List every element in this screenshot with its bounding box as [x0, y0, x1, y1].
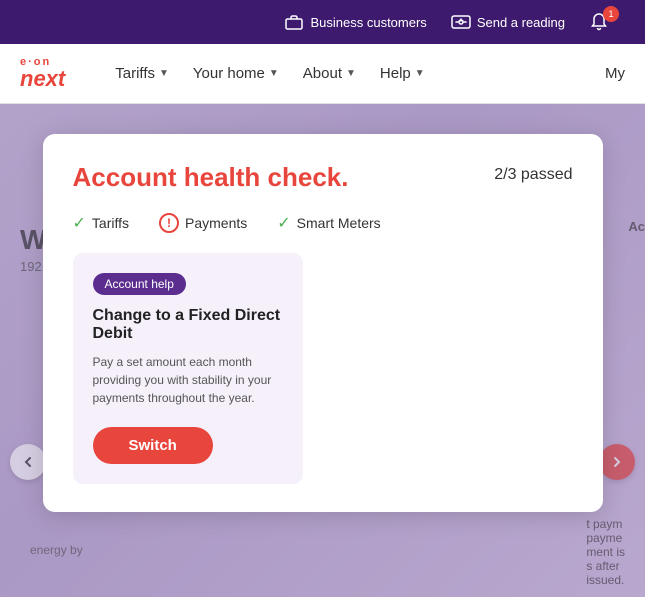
check-payments-icon: ! [159, 213, 179, 233]
business-customers-label: Business customers [310, 15, 426, 30]
check-smart-meters-icon: ✓ [277, 213, 290, 233]
account-help-badge: Account help [93, 273, 186, 295]
nav-my[interactable]: My [605, 65, 625, 82]
modal-checks: ✓ Tariffs ! Payments ✓ Smart Meters [73, 213, 573, 233]
switch-button[interactable]: Switch [93, 427, 213, 464]
inner-card-title: Change to a Fixed Direct Debit [93, 307, 283, 343]
nav-about[interactable]: About ▼ [293, 57, 366, 90]
health-check-modal: Account health check. 2/3 passed ✓ Tarif… [43, 134, 603, 512]
logo[interactable]: e·on next [20, 57, 65, 90]
nav-tariffs[interactable]: Tariffs ▼ [105, 57, 179, 90]
business-customers-link[interactable]: Business customers [284, 12, 426, 32]
about-chevron: ▼ [346, 68, 356, 79]
modal-overlay: Account health check. 2/3 passed ✓ Tarif… [0, 104, 645, 597]
check-payments-label: Payments [185, 215, 247, 231]
notification-count: 1 [603, 6, 619, 22]
modal-title: Account health check. [73, 162, 349, 193]
about-label: About [303, 65, 342, 82]
your-home-label: Your home [193, 65, 265, 82]
check-payments: ! Payments [159, 213, 247, 233]
check-smart-meters: ✓ Smart Meters [277, 213, 380, 233]
inner-card-description: Pay a set amount each month providing yo… [93, 353, 283, 407]
send-reading-label: Send a reading [477, 15, 565, 30]
meter-icon [451, 12, 471, 32]
my-label: My [605, 65, 625, 82]
check-tariffs-label: Tariffs [92, 215, 129, 231]
tariffs-chevron: ▼ [159, 68, 169, 79]
nav-help[interactable]: Help ▼ [370, 57, 435, 90]
help-chevron: ▼ [415, 68, 425, 79]
help-label: Help [380, 65, 411, 82]
logo-next: next [20, 68, 65, 90]
send-reading-link[interactable]: Send a reading [451, 12, 565, 32]
modal-header: Account health check. 2/3 passed [73, 162, 573, 193]
check-tariffs: ✓ Tariffs [73, 213, 130, 233]
briefcase-icon [284, 12, 304, 32]
notification-link[interactable]: 1 [589, 12, 625, 32]
modal-passed: 2/3 passed [494, 166, 572, 184]
check-smart-meters-label: Smart Meters [297, 215, 381, 231]
nav-your-home[interactable]: Your home ▼ [183, 57, 289, 90]
inner-recommendation-card: Account help Change to a Fixed Direct De… [73, 253, 303, 484]
main-nav: Tariffs ▼ Your home ▼ About ▼ Help ▼ [105, 57, 575, 90]
check-tariffs-icon: ✓ [73, 213, 86, 233]
your-home-chevron: ▼ [269, 68, 279, 79]
header: e·on next Tariffs ▼ Your home ▼ About ▼ … [0, 44, 645, 104]
tariffs-label: Tariffs [115, 65, 155, 82]
top-bar: Business customers Send a reading 1 [0, 0, 645, 44]
